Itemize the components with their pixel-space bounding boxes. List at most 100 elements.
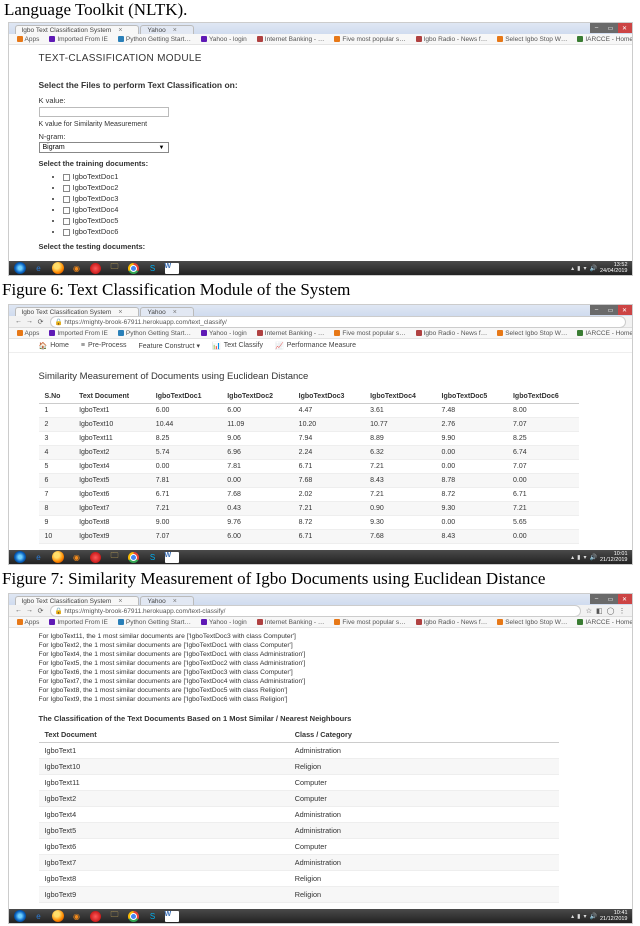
browser-tab-active[interactable]: Igbo Text Classification System×: [15, 25, 140, 34]
start-button[interactable]: [11, 550, 29, 564]
system-tray[interactable]: ▴▮▾🔊: [571, 913, 597, 920]
browser-tab-active[interactable]: Igbo Text Classification System×: [15, 307, 140, 316]
forward-button[interactable]: →: [26, 318, 34, 326]
system-tray[interactable]: ▴▮▾🔊: [571, 265, 597, 272]
back-button[interactable]: ←: [15, 607, 23, 615]
start-button[interactable]: [11, 261, 29, 275]
maximize-button[interactable]: ▭: [604, 23, 618, 33]
bookmark-apps[interactable]: Apps: [17, 330, 40, 337]
close-button[interactable]: ✕: [618, 305, 632, 315]
close-button[interactable]: ✕: [618, 23, 632, 33]
explorer-taskbar-button[interactable]: 🗀: [106, 550, 124, 564]
taskbar-clock[interactable]: 10:4121/12/2019: [600, 910, 628, 922]
bookmark-python[interactable]: Python Getting Start…: [118, 330, 191, 337]
media-taskbar-button[interactable]: ◉: [68, 550, 86, 564]
tab-close-icon[interactable]: ×: [173, 27, 177, 34]
maximize-button[interactable]: ▭: [604, 305, 618, 315]
minimize-button[interactable]: –: [590, 594, 604, 604]
opera-taskbar-button[interactable]: [87, 909, 105, 923]
firefox-taskbar-button[interactable]: [49, 909, 67, 923]
url-input[interactable]: 🔒 https://mighty-brook-67911.herokuapp.c…: [50, 605, 581, 617]
opera-taskbar-button[interactable]: [87, 550, 105, 564]
tab-close-icon[interactable]: ×: [118, 27, 122, 34]
media-taskbar-button[interactable]: ◉: [68, 909, 86, 923]
browser-tab-active[interactable]: Igbo Text Classification System×: [15, 596, 140, 605]
bookmark-apps[interactable]: Apps: [17, 619, 40, 626]
bookmark-apps[interactable]: Apps: [17, 36, 40, 43]
chrome-taskbar-button[interactable]: [125, 261, 143, 275]
browser-tab-inactive[interactable]: Yahoo×: [140, 596, 193, 605]
bookmark-ib[interactable]: Internet Banking - …: [257, 330, 325, 337]
close-button[interactable]: ✕: [618, 594, 632, 604]
kvalue-input[interactable]: [39, 107, 169, 117]
bookmark-imported[interactable]: Imported From IE: [49, 330, 108, 337]
minimize-button[interactable]: –: [590, 23, 604, 33]
bookmark-five[interactable]: Five most popular s…: [334, 330, 405, 337]
maximize-button[interactable]: ▭: [604, 594, 618, 604]
word-taskbar-button[interactable]: W: [163, 550, 181, 564]
doc-checkbox[interactable]: [63, 196, 70, 203]
nav-preprocess[interactable]: ≡ Pre-Process: [81, 342, 127, 349]
nav-home[interactable]: 🏠 Home: [39, 342, 69, 350]
bookmark-python[interactable]: Python Getting Start…: [118, 619, 191, 626]
word-taskbar-button[interactable]: W: [163, 909, 181, 923]
chrome-taskbar-button[interactable]: [125, 909, 143, 923]
bookmark-imported[interactable]: Imported From IE: [49, 36, 108, 43]
firefox-taskbar-button[interactable]: [49, 261, 67, 275]
bookmark-imported[interactable]: Imported From IE: [49, 619, 108, 626]
bookmark-select-igbo[interactable]: Select Igbo Stop W…: [497, 330, 567, 337]
browser-tab-inactive[interactable]: Yahoo×: [140, 25, 193, 34]
tab-close-icon[interactable]: ×: [173, 598, 177, 605]
bookmark-ib[interactable]: Internet Banking - …: [257, 36, 325, 43]
reload-button[interactable]: ⟳: [37, 318, 45, 326]
extension-icon[interactable]: ◧: [596, 607, 603, 615]
bookmark-igbo-radio[interactable]: Igbo Radio - News f…: [416, 36, 488, 43]
doc-checkbox[interactable]: [63, 174, 70, 181]
tab-close-icon[interactable]: ×: [173, 309, 177, 316]
doc-checkbox[interactable]: [63, 185, 70, 192]
bookmark-yahoo[interactable]: Yahoo - login: [201, 619, 247, 626]
ngram-select[interactable]: Bigram ▼: [39, 142, 169, 153]
bookmark-igbo-radio[interactable]: Igbo Radio - News f…: [416, 619, 488, 626]
nav-feature[interactable]: Feature Construct ▾: [139, 342, 200, 350]
bookmark-select-igbo[interactable]: Select Igbo Stop W…: [497, 36, 567, 43]
nav-text-classify[interactable]: 📊 Text Classify: [212, 342, 263, 350]
minimize-button[interactable]: –: [590, 305, 604, 315]
tab-close-icon[interactable]: ×: [118, 309, 122, 316]
reload-button[interactable]: ⟳: [37, 607, 45, 615]
start-button[interactable]: [11, 909, 29, 923]
back-button[interactable]: ←: [15, 318, 23, 326]
opera-taskbar-button[interactable]: [87, 261, 105, 275]
browser-tab-inactive[interactable]: Yahoo×: [140, 307, 193, 316]
tab-close-icon[interactable]: ×: [118, 598, 122, 605]
bookmark-python[interactable]: Python Getting Start…: [118, 36, 191, 43]
explorer-taskbar-button[interactable]: 🗀: [106, 261, 124, 275]
nav-performance[interactable]: 📈 Performance Measure: [275, 342, 356, 350]
skype-taskbar-button[interactable]: S: [144, 909, 162, 923]
media-taskbar-button[interactable]: ◉: [68, 261, 86, 275]
taskbar-clock[interactable]: 13:5224/04/2019: [600, 262, 628, 274]
system-tray[interactable]: ▴▮▾🔊: [571, 554, 597, 561]
firefox-taskbar-button[interactable]: [49, 550, 67, 564]
doc-checkbox[interactable]: [63, 229, 70, 236]
bookmark-five[interactable]: Five most popular s…: [334, 619, 405, 626]
bookmark-igbo-radio[interactable]: Igbo Radio - News f…: [416, 330, 488, 337]
menu-icon[interactable]: ⋮: [619, 607, 626, 615]
skype-taskbar-button[interactable]: S: [144, 261, 162, 275]
bookmark-yahoo[interactable]: Yahoo - login: [201, 36, 247, 43]
bookmark-iarcce[interactable]: IARCCE - Home: [577, 330, 631, 337]
ie-taskbar-button[interactable]: e: [30, 909, 48, 923]
explorer-taskbar-button[interactable]: 🗀: [106, 909, 124, 923]
doc-checkbox[interactable]: [63, 218, 70, 225]
doc-checkbox[interactable]: [63, 207, 70, 214]
bookmark-iarcce[interactable]: IARCCE - Home: [577, 36, 631, 43]
bookmark-yahoo[interactable]: Yahoo - login: [201, 330, 247, 337]
bookmark-five[interactable]: Five most popular s…: [334, 36, 405, 43]
word-taskbar-button[interactable]: W: [163, 261, 181, 275]
profile-icon[interactable]: ◯: [607, 607, 615, 615]
bookmark-iarcce[interactable]: IARCCE - Home: [577, 619, 631, 626]
ie-taskbar-button[interactable]: e: [30, 550, 48, 564]
taskbar-clock[interactable]: 10:0121/12/2019: [600, 551, 628, 563]
bookmark-select-igbo[interactable]: Select Igbo Stop W…: [497, 619, 567, 626]
skype-taskbar-button[interactable]: S: [144, 550, 162, 564]
